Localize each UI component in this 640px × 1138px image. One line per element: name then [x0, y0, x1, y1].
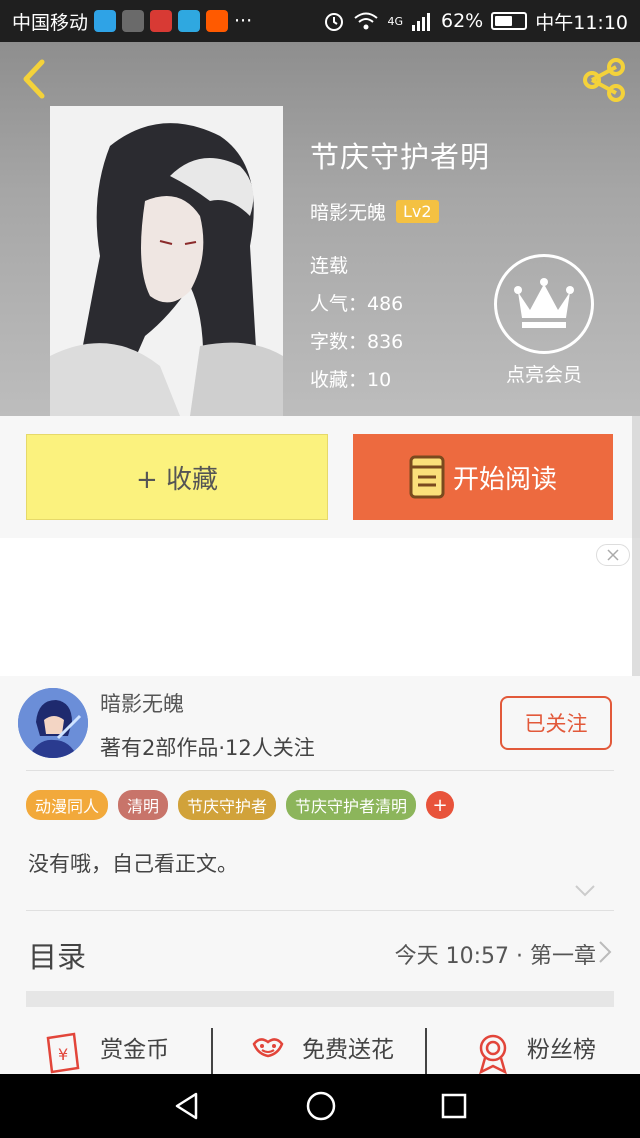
red-envelope-icon: ¥ — [46, 1032, 80, 1074]
back-button[interactable] — [14, 56, 54, 102]
toutiao-icon — [150, 10, 173, 32]
book-icon — [409, 455, 445, 499]
back-arrow-icon — [23, 59, 45, 99]
tag-item[interactable]: 节庆守护者 — [178, 790, 277, 820]
author-link[interactable]: 暗影无魄 — [310, 198, 386, 225]
tab-fans-rank[interactable]: 粉丝榜 — [427, 1014, 640, 1076]
play-icon — [94, 10, 117, 32]
chevron-right-icon[interactable] — [598, 940, 612, 964]
section-separator — [26, 991, 614, 1007]
system-nav-bar — [0, 1074, 640, 1138]
book-info: 节庆守护者明 暗影无魄 Lv2 连载 人气：486 字数：836 收藏：10 — [310, 134, 490, 399]
status-bar: 中国移动 ··· 4G 62% 中午11:10 — [0, 0, 640, 42]
popularity-count: 人气：486 — [310, 293, 404, 315]
tab-reward-label: 赏金币 — [100, 1037, 170, 1063]
tab-reward[interactable]: ¥ 赏金币 — [0, 1014, 214, 1088]
avatar-illustration — [18, 688, 88, 758]
tag-item[interactable]: 节庆守护者清明 — [286, 790, 417, 820]
crown-icon — [514, 278, 574, 328]
book-title: 节庆守护者明 — [310, 140, 491, 174]
network-label: 4G — [387, 14, 403, 28]
ad-close-button[interactable] — [596, 544, 630, 566]
signal-icon — [412, 13, 430, 31]
book-header: 节庆守护者明 暗影无魄 Lv2 连载 人气：486 字数：836 收藏：10 点… — [0, 42, 640, 416]
catalog-latest-chapter[interactable]: 今天 10:57 · 第一章 — [395, 938, 596, 970]
author-name[interactable]: 暗影无魄 — [100, 688, 184, 718]
tab-flower-label: 免费送花 — [301, 1037, 394, 1063]
author-card: 暗影无魄 著有2部作品·12人关注 已关注 动漫同人 清明 节庆守护者 节庆守护… — [0, 676, 640, 1088]
battery-icon — [491, 12, 528, 30]
collect-button[interactable]: + 收藏 — [26, 434, 328, 520]
book-cover[interactable] — [50, 106, 283, 416]
bottom-tabs: ¥ 赏金币 免费送花 粉丝榜 — [0, 1014, 640, 1088]
telegram-icon — [178, 10, 201, 32]
chevron-down-icon[interactable] — [574, 884, 596, 898]
more-indicator: ··· — [234, 10, 253, 32]
wifi-icon — [354, 12, 379, 30]
catalog-title[interactable]: 目录 — [28, 934, 86, 976]
tab-fans-rank-label: 粉丝榜 — [526, 1037, 596, 1063]
carrier-label: 中国移动 — [12, 11, 89, 34]
vip-label: 点亮会员 — [505, 364, 582, 386]
cube-icon — [122, 10, 145, 32]
nav-home-icon[interactable] — [305, 1090, 337, 1122]
divider — [26, 910, 614, 911]
action-bar: + 收藏 开始阅读 — [0, 416, 640, 538]
add-tag-button[interactable]: + — [426, 791, 455, 819]
rank-icon — [478, 1034, 507, 1074]
taobao-icon — [206, 10, 229, 32]
level-badge: Lv2 — [396, 200, 439, 223]
avatar[interactable] — [18, 688, 88, 758]
clock: 中午11:10 — [535, 11, 628, 34]
tag-item[interactable]: 动漫同人 — [26, 790, 109, 820]
author-line: 暗影无魄 Lv2 — [310, 198, 490, 225]
collect-label: + 收藏 — [135, 464, 219, 495]
tab-flower[interactable]: 免费送花 — [213, 1014, 427, 1088]
follow-button[interactable]: 已关注 — [500, 696, 612, 750]
cover-illustration — [50, 106, 283, 416]
share-button[interactable] — [580, 56, 628, 104]
start-reading-label: 开始阅读 — [452, 464, 557, 495]
nav-back-icon[interactable] — [172, 1091, 202, 1121]
vip-button[interactable]: 点亮会员 — [494, 254, 594, 387]
tag-item[interactable]: 清明 — [118, 790, 169, 820]
word-count: 字数：836 — [310, 331, 404, 353]
vip-badge — [494, 254, 594, 354]
synopsis: 没有哦，自己看正文。 — [28, 852, 238, 876]
flower-icon — [252, 1038, 284, 1058]
start-reading-button[interactable]: 开始阅读 — [353, 434, 613, 520]
book-meta: 连载 人气：486 字数：836 收藏：10 — [310, 247, 490, 399]
alarm-icon — [325, 13, 344, 31]
svg-text:¥: ¥ — [58, 1045, 68, 1064]
serial-status: 连载 — [310, 255, 349, 277]
share-icon — [583, 58, 625, 102]
ad-area — [0, 538, 640, 676]
nav-recents-icon[interactable] — [440, 1092, 468, 1120]
follow-label: 已关注 — [524, 712, 588, 736]
tag-list: 动漫同人 清明 节庆守护者 节庆守护者清明 + — [26, 790, 455, 820]
close-icon — [607, 549, 619, 561]
author-stats: 著有2部作品·12人关注 — [100, 736, 315, 760]
collection-count: 收藏：10 — [310, 369, 392, 391]
divider — [26, 770, 614, 771]
battery-percent: 62% — [441, 10, 484, 32]
